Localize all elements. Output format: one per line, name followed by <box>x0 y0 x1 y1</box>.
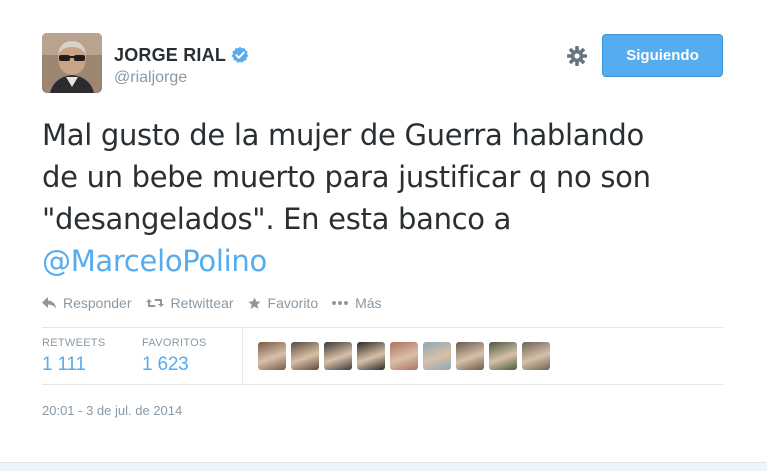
avatar-image <box>42 33 102 93</box>
tweet-text-line: "desangelados". En esta banco a <box>42 202 512 236</box>
favoriter-avatar[interactable] <box>258 342 286 370</box>
reply-icon <box>42 297 56 309</box>
favoriters-avatars <box>258 342 555 370</box>
gear-icon[interactable] <box>566 45 588 67</box>
favorites-stat[interactable]: FAVORITOS 1 623 <box>142 337 207 376</box>
retweet-icon <box>145 299 164 307</box>
more-label: Más <box>355 295 382 311</box>
more-button[interactable]: Más <box>332 295 382 311</box>
favorite-label: Favorito <box>267 295 319 311</box>
tweet-text-line: de un bebe muerto para justificar q no s… <box>42 160 651 194</box>
stats-separator <box>242 328 243 384</box>
favorites-count[interactable]: 1 623 <box>142 354 207 376</box>
following-button[interactable]: Siguiendo <box>602 34 723 77</box>
tweet-timestamp[interactable]: 20:01 - 3 de jul. de 2014 <box>42 403 182 418</box>
user-handle[interactable]: @rialjorge <box>114 69 187 87</box>
favoriter-avatar[interactable] <box>522 342 550 370</box>
favoriter-avatar[interactable] <box>489 342 517 370</box>
verified-badge-icon <box>231 46 249 63</box>
favorite-button[interactable]: Favorito <box>248 295 319 311</box>
tweet-stats: RETWEETS 1 111 FAVORITOS 1 623 <box>42 328 723 384</box>
divider <box>42 384 723 385</box>
avatar[interactable] <box>42 33 102 93</box>
favoriter-avatar[interactable] <box>456 342 484 370</box>
favoriter-avatar[interactable] <box>291 342 319 370</box>
retweets-count[interactable]: 1 111 <box>42 354 106 376</box>
tweet-text-line: Mal gusto de la mujer de Guerra hablando <box>42 118 644 152</box>
name-row: JORGE RIAL <box>114 42 249 68</box>
favoriter-avatar[interactable] <box>390 342 418 370</box>
tweet-text: Mal gusto de la mujer de Guerra hablando… <box>42 114 732 282</box>
retweets-stat[interactable]: RETWEETS 1 111 <box>42 337 106 376</box>
favoriter-avatar[interactable] <box>357 342 385 370</box>
retweets-label: RETWEETS <box>42 337 106 349</box>
mention-link[interactable]: @MarceloPolino <box>42 240 732 282</box>
favoriter-avatar[interactable] <box>423 342 451 370</box>
reply-button[interactable]: Responder <box>42 295 132 311</box>
favorites-label: FAVORITOS <box>142 337 207 349</box>
more-dots-icon <box>332 301 349 305</box>
tweet-actions: Responder Retwittear Favorito Más <box>42 293 396 313</box>
reply-label: Responder <box>63 295 132 311</box>
display-name[interactable]: JORGE RIAL <box>114 45 226 66</box>
retweet-label: Retwittear <box>170 295 234 311</box>
star-icon <box>248 297 261 309</box>
retweet-button[interactable]: Retwittear <box>145 295 234 311</box>
tweet-card: JORGE RIAL @rialjorge Siguiendo Mal gust… <box>0 0 767 462</box>
favoriter-avatar[interactable] <box>324 342 352 370</box>
